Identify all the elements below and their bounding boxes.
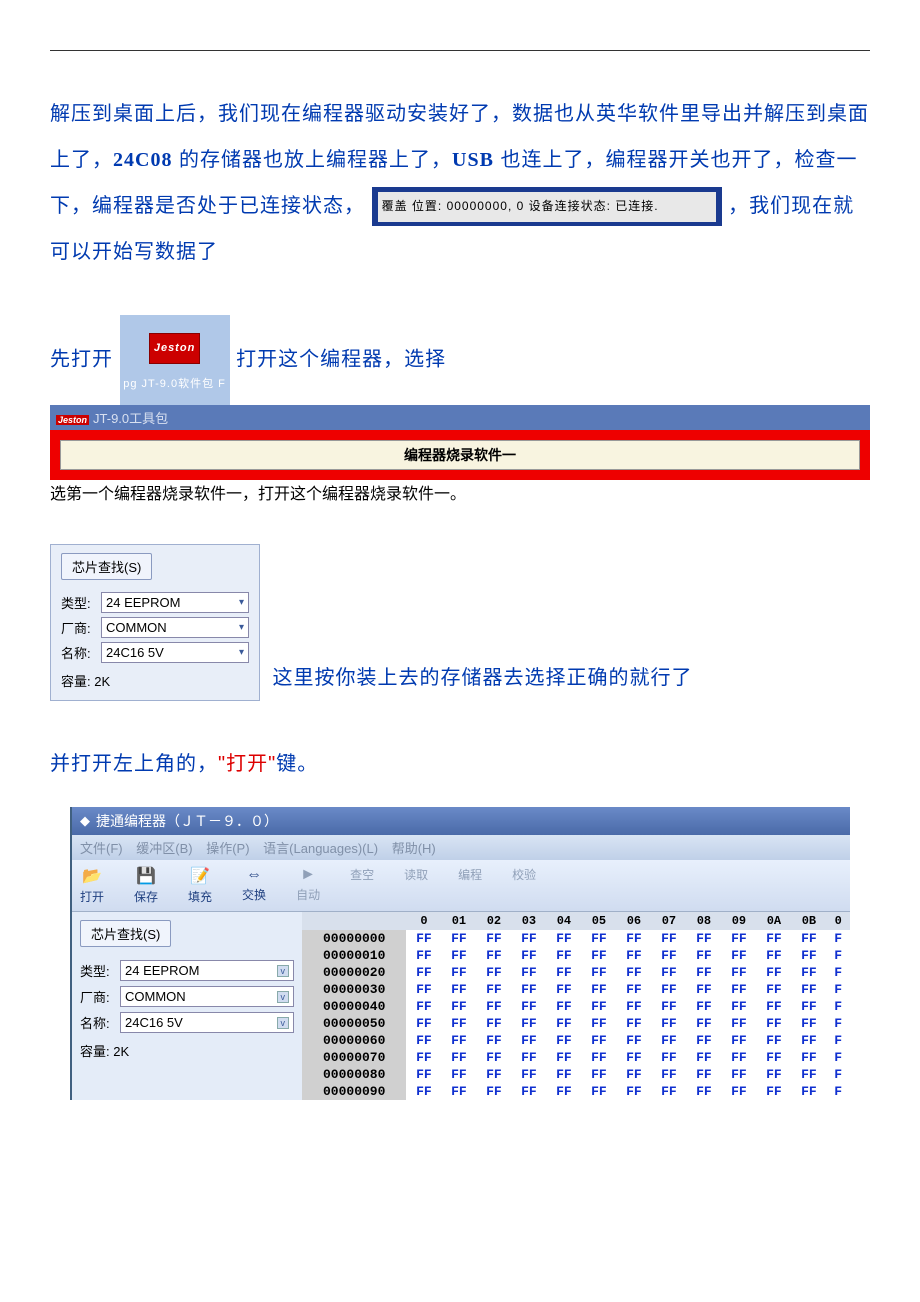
type-label: 类型:	[61, 593, 101, 612]
menu-lang[interactable]: 语言(Languages)(L)	[263, 841, 378, 856]
p4-red: "打开"	[218, 753, 276, 775]
tb-save[interactable]: 💾保存	[134, 866, 158, 905]
tb-open[interactable]: 📂打开	[80, 866, 104, 905]
chevron-down-icon: ▾	[239, 597, 244, 608]
chevron-down-icon: v	[277, 965, 290, 977]
chip-search-button[interactable]: 芯片查找(S)	[61, 553, 152, 580]
app-icon: ◆	[80, 813, 90, 829]
name-select-2[interactable]: 24C16 5Vv	[120, 1012, 294, 1033]
p4-b: 键。	[276, 753, 318, 775]
jeston-small-icon: Jeston	[56, 415, 89, 425]
burn-software-button[interactable]: 编程器烧录软件一	[60, 440, 860, 470]
window-title: 捷通编程器（ＪＴ－９．０）	[96, 811, 278, 831]
p2-text-a: 先打开	[50, 348, 113, 370]
icon-label: JT-9.0软件包	[142, 378, 215, 390]
menu-help[interactable]: 帮助(H)	[392, 841, 436, 856]
paragraph-2: 先打开 Jeston pg JT-9.0软件包 F 打开这个编程器，选择	[50, 315, 870, 405]
tb-prog[interactable]: 编程	[458, 866, 482, 905]
p2-text-b: 打开这个编程器，选择	[236, 348, 446, 370]
menu-buffer[interactable]: 缓冲区(B)	[136, 841, 192, 856]
window-titlebar: ◆ 捷通编程器（ＪＴ－９．０）	[72, 807, 850, 835]
top-divider	[50, 50, 870, 51]
save-icon: 💾	[134, 866, 158, 886]
chevron-down-icon: ▾	[239, 622, 244, 633]
hex-view: 00102030405060708090A0B000000000FFFFFFFF…	[302, 912, 850, 1100]
vendor-label: 厂商:	[61, 618, 101, 637]
fill-icon: 📝	[188, 866, 212, 886]
p2-red: 编程器烧录软件一。	[322, 486, 466, 503]
chip-search-button-2[interactable]: 芯片查找(S)	[80, 920, 171, 947]
type-select[interactable]: 24 EEPROM▾	[101, 592, 249, 613]
left-panel: 芯片查找(S) 类型:24 EEPROMv 厂商:COMMONv 名称:24C1…	[72, 912, 302, 1100]
status-text: 覆盖 位置: 00000000, 0 设备连接状态: 已连接.	[378, 192, 716, 222]
tb-blank[interactable]: 查空	[350, 866, 374, 905]
toolbar: 📂打开 💾保存 📝填充 ⇔交换 ►自动 查空 读取 编程 校验	[72, 860, 850, 912]
p1-chip: 24C08	[113, 149, 172, 171]
p1-text-c: 的存储器也放上编程器上了，	[172, 149, 452, 171]
chip-select-panel: 芯片查找(S) 类型: 24 EEPROM▾ 厂商: COMMON▾ 名称: 2…	[50, 544, 260, 701]
vendor-select[interactable]: COMMON▾	[101, 617, 249, 638]
menu-file[interactable]: 文件(F)	[80, 841, 123, 856]
tb-fill[interactable]: 📝填充	[188, 866, 212, 905]
status-bar-image: 覆盖 位置: 00000000, 0 设备连接状态: 已连接.	[372, 187, 722, 226]
tb-verify[interactable]: 校验	[512, 866, 536, 905]
tb-swap[interactable]: ⇔交换	[242, 866, 266, 905]
chevron-down-icon: v	[277, 991, 290, 1003]
swap-icon: ⇔	[242, 866, 266, 884]
p1-usb: USB	[452, 149, 494, 171]
tb-read[interactable]: 读取	[404, 866, 428, 905]
type-select-2[interactable]: 24 EEPROMv	[120, 960, 294, 981]
name-label: 名称:	[61, 643, 101, 662]
paragraph-4: 并打开左上角的，"打开"键。	[50, 741, 870, 787]
tool-title: JT-9.0工具包	[93, 411, 168, 426]
auto-icon: ►	[296, 866, 320, 884]
tb-auto[interactable]: ►自动	[296, 866, 320, 905]
p2-text-c: 选第一个编程器烧录软件一，打开这个	[50, 486, 322, 503]
paragraph-3: 这里按你装上去的存储器去选择正确的就行了	[272, 667, 692, 689]
jeston-logo: Jeston	[149, 333, 200, 364]
capacity-2: 容量: 2K	[80, 1041, 294, 1060]
menu-bar[interactable]: 文件(F) 缓冲区(B) 操作(P) 语言(Languages)(L) 帮助(H…	[72, 835, 850, 860]
name-select[interactable]: 24C16 5V▾	[101, 642, 249, 663]
desktop-icon-block: Jeston pg JT-9.0软件包 F	[120, 315, 230, 405]
open-icon: 📂	[80, 866, 104, 886]
capacity-text: 容量: 2K	[61, 671, 249, 690]
vendor-select-2[interactable]: COMMONv	[120, 986, 294, 1007]
p4-a: 并打开左上角的，	[50, 753, 218, 775]
programmer-window: ◆ 捷通编程器（ＪＴ－９．０） 文件(F) 缓冲区(B) 操作(P) 语言(La…	[70, 807, 850, 1100]
menu-op[interactable]: 操作(P)	[206, 841, 249, 856]
chevron-down-icon: v	[277, 1017, 290, 1029]
chevron-down-icon: ▾	[239, 647, 244, 658]
paragraph-1: 解压到桌面上后，我们现在编程器驱动安装好了，数据也从英华软件里导出并解压到桌面上…	[50, 91, 870, 275]
